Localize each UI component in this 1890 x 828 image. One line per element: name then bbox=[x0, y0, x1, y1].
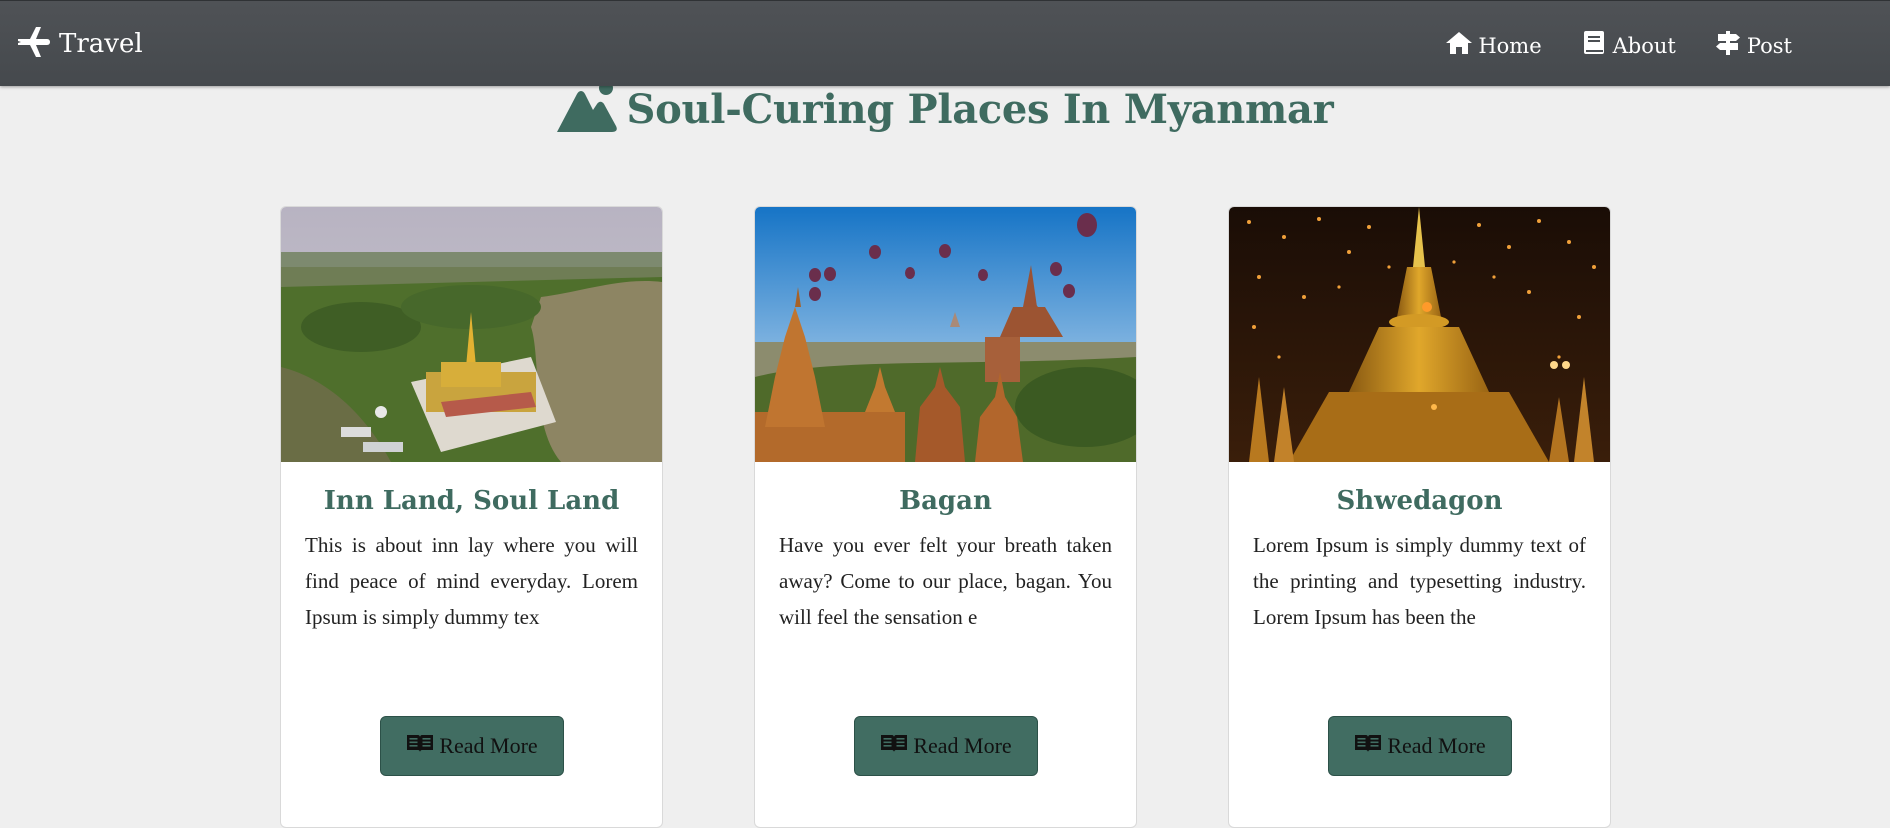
page-title-text: Soul-Curing Places In Myanmar bbox=[626, 85, 1334, 133]
read-more-button[interactable]: Read More bbox=[854, 716, 1038, 776]
read-more-button[interactable]: Read More bbox=[380, 716, 564, 776]
card-text: Have you ever felt your breath taken awa… bbox=[779, 533, 1112, 630]
mountain-icon bbox=[555, 80, 627, 138]
nav-link-post-label: Post bbox=[1746, 33, 1792, 58]
nav-links: Home About Post bbox=[1407, 30, 1792, 61]
read-more-button[interactable]: Read More bbox=[1328, 716, 1512, 776]
card-title: Bagan bbox=[899, 486, 992, 516]
place-card-inle: Inn Land, Soul Land This is about inn la… bbox=[280, 206, 663, 828]
read-more-label: Read More bbox=[439, 733, 538, 758]
navbar: Travel Home About Post bbox=[0, 0, 1890, 86]
nav-link-about-label: About bbox=[1612, 33, 1676, 58]
card-image-bagan bbox=[755, 207, 1136, 462]
book-open-icon bbox=[880, 733, 913, 759]
book-icon bbox=[1580, 30, 1613, 61]
page-title: Soul-Curing Places In Myanmar bbox=[0, 80, 1890, 138]
nav-link-about[interactable]: About bbox=[1580, 30, 1676, 61]
nav-link-post[interactable]: Post bbox=[1714, 30, 1792, 61]
home-icon bbox=[1445, 30, 1478, 61]
card-text: Lorem Ipsum is simply dummy text of the … bbox=[1253, 533, 1586, 630]
card-image-inle bbox=[281, 207, 662, 462]
book-open-icon bbox=[1354, 733, 1387, 759]
brand-label: Travel bbox=[59, 29, 143, 59]
nav-link-home-label: Home bbox=[1478, 33, 1542, 58]
plane-icon bbox=[16, 25, 59, 63]
read-more-label: Read More bbox=[1387, 733, 1486, 758]
nav-link-home[interactable]: Home bbox=[1445, 30, 1542, 61]
signpost-icon bbox=[1714, 30, 1747, 61]
brand-link[interactable]: Travel bbox=[16, 26, 143, 62]
read-more-label: Read More bbox=[913, 733, 1012, 758]
card-text: This is about inn lay where you will fin… bbox=[305, 533, 638, 630]
book-open-icon bbox=[406, 733, 439, 759]
card-title: Inn Land, Soul Land bbox=[323, 486, 620, 516]
card-image-shwedagon bbox=[1229, 207, 1610, 462]
place-card-shwedagon: Shwedagon Lorem Ipsum is simply dummy te… bbox=[1228, 206, 1611, 828]
card-title: Shwedagon bbox=[1336, 486, 1503, 516]
place-card-bagan: Bagan Have you ever felt your breath tak… bbox=[754, 206, 1137, 828]
